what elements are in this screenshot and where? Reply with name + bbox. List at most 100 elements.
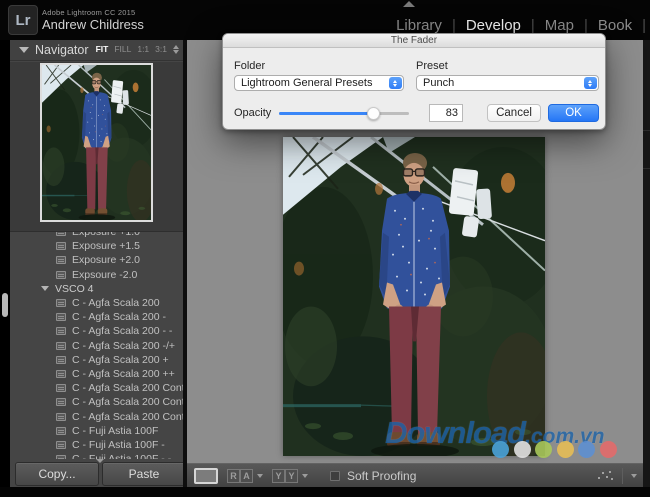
opacity-label: Opacity <box>234 107 272 119</box>
before-after-letter: Y <box>285 468 298 483</box>
navigator-header[interactable]: Navigator FIT FILL 1:1 3:1 <box>10 40 183 61</box>
folder-dropdown-value: Lightroom General Presets <box>241 77 373 89</box>
preset-icon <box>56 426 66 435</box>
module-tab-map[interactable]: Map <box>545 17 574 34</box>
preset-row[interactable]: C - Agfa Scala 200 - - <box>10 324 183 338</box>
navigator-zoom-3-1[interactable]: 3:1 <box>155 44 167 54</box>
preset-dropdown-value: Punch <box>423 77 455 89</box>
spray-dots-icon[interactable] <box>596 469 614 483</box>
toolbar-options-chevron-icon[interactable] <box>631 474 637 478</box>
preset-label: C - Fuji Astia 100F - - <box>72 453 171 459</box>
watermark-dot <box>492 441 509 458</box>
soft-proofing-label: Soft Proofing <box>347 468 417 483</box>
preset-row[interactable]: C - Agfa Scala 200 Contrast + <box>10 381 183 395</box>
preset-label: C - Fuji Astia 100F - <box>72 438 165 451</box>
menu-separator: | <box>530 17 535 34</box>
preset-label: C - Agfa Scala 200 ++ <box>72 367 175 380</box>
opacity-value-field[interactable]: 83 <box>429 104 463 122</box>
stepper-icon[interactable] <box>388 77 402 89</box>
stepper-icon[interactable] <box>583 77 597 89</box>
before-after-left-right-button[interactable]: R A <box>227 468 263 483</box>
preset-label: C - Agfa Scala 200 - <box>72 311 166 324</box>
preset-label: VSCO 4 <box>55 282 94 295</box>
navigator-preview-thumbnail[interactable] <box>40 63 153 222</box>
preset-row[interactable]: Expsoure -2.0 <box>10 268 183 282</box>
before-after-top-bottom-button[interactable]: Y Y <box>272 468 308 483</box>
right-panel-collapsed-rail[interactable] <box>643 40 650 488</box>
soft-proofing-checkbox[interactable] <box>330 470 340 481</box>
left-scroll-rail <box>0 40 10 488</box>
preset-icon <box>56 327 66 336</box>
preset-icon <box>56 455 66 459</box>
copy-button[interactable]: Copy... <box>15 462 99 486</box>
preset-label: C - Agfa Scala 200 + <box>72 353 169 366</box>
chevron-down-icon[interactable] <box>302 473 308 478</box>
loupe-view-icon[interactable] <box>194 467 218 484</box>
lightroom-window: Lr Adobe Lightroom CC 2015 Andrew Childr… <box>0 0 650 497</box>
preset-icon <box>56 299 66 308</box>
preset-row[interactable]: C - Agfa Scala 200 - <box>10 310 183 324</box>
preset-row[interactable]: C - Agfa Scala 200 ++ <box>10 367 183 381</box>
photo-man-in-garden <box>283 137 545 456</box>
preset-row[interactable]: C - Agfa Scala 200 Contrast... <box>10 409 183 423</box>
cancel-button[interactable]: Cancel <box>487 104 541 122</box>
preset-icon <box>56 341 66 350</box>
top-panel-collapse-arrow-icon[interactable] <box>403 1 415 7</box>
preset-row[interactable]: C - Agfa Scala 200 -/+ <box>10 339 183 353</box>
dialog-title-bar[interactable]: The Fader <box>223 34 605 48</box>
preset-label: C - Agfa Scala 200 Contrast... <box>72 396 183 409</box>
preset-label: C - Fuji Astia 100F <box>72 424 159 437</box>
preset-row[interactable]: Exposure +2.0 <box>10 253 183 267</box>
identity-plate-user-name: Andrew Childress <box>42 17 144 32</box>
navigator-zoom-stepper-icon[interactable] <box>173 44 179 54</box>
preset-folder-row[interactable]: VSCO 4 <box>10 282 183 296</box>
preset-label: C - Agfa Scala 200 Contrast + <box>72 382 183 395</box>
folder-dropdown[interactable]: Lightroom General Presets <box>234 75 404 91</box>
left-scrollbar-thumb[interactable] <box>2 293 8 317</box>
module-tab-book[interactable]: Book <box>598 17 632 34</box>
preset-row[interactable]: Exposure +1.5 <box>10 239 183 253</box>
preset-row[interactable]: C - Fuji Astia 100F - - <box>10 452 183 459</box>
navigator-zoom-fill[interactable]: FILL <box>114 44 131 54</box>
preset-row[interactable]: C - Fuji Astia 100F <box>10 424 183 438</box>
chevron-down-icon[interactable] <box>257 473 263 478</box>
preset-row[interactable]: C - Agfa Scala 200 + <box>10 353 183 367</box>
preset-label: Exposure +1.0 <box>72 232 141 239</box>
photo-man-in-garden <box>42 65 151 220</box>
opacity-slider-fill <box>279 112 372 115</box>
preset-row[interactable]: C - Agfa Scala 200 Contrast... <box>10 395 183 409</box>
watermark-dot <box>599 441 617 458</box>
preset-label: C - Agfa Scala 200 <box>72 297 160 310</box>
navigator-disclosure-triangle-icon[interactable] <box>19 47 29 53</box>
toolbar-separator <box>622 468 623 484</box>
left-panel: Navigator FIT FILL 1:1 3:1 Exposure +1.0… <box>10 40 186 488</box>
navigator-zoom-1-1[interactable]: 1:1 <box>137 44 149 54</box>
main-photo[interactable] <box>283 137 545 456</box>
paste-button[interactable]: Paste <box>102 462 186 486</box>
preset-icon <box>56 313 66 322</box>
opacity-slider[interactable] <box>279 106 409 120</box>
module-tab-library[interactable]: Library <box>396 17 442 34</box>
preset-row[interactable]: C - Agfa Scala 200 <box>10 296 183 310</box>
module-tab-develop[interactable]: Develop <box>466 17 521 34</box>
module-picker: Library | Develop | Map | Book | <box>396 17 646 34</box>
menu-separator: | <box>583 17 588 34</box>
app-product-name: Adobe Lightroom CC 2015 <box>42 8 136 17</box>
preset-dropdown[interactable]: Punch <box>416 75 599 91</box>
preset-row[interactable]: Exposure +1.0 <box>10 232 183 239</box>
preset-label: C - Agfa Scala 200 -/+ <box>72 339 176 352</box>
navigator-zoom-fit[interactable]: FIT <box>96 44 109 54</box>
preset-label: C - Agfa Scala 200 - - <box>72 325 173 338</box>
lightroom-logo: Lr <box>8 5 38 35</box>
develop-toolbar: R A Y Y Soft Proofing <box>187 463 643 487</box>
before-after-letter: A <box>240 468 253 483</box>
watermark-dot <box>578 441 595 458</box>
the-fader-dialog: The Fader Folder Preset Lightroom Genera… <box>222 33 606 130</box>
ok-button[interactable]: OK <box>548 104 599 122</box>
opacity-slider-knob[interactable] <box>367 106 381 120</box>
preset-icon <box>56 412 66 421</box>
preset-label: C - Agfa Scala 200 Contrast... <box>72 410 183 423</box>
folder-expanded-triangle-icon <box>41 286 49 292</box>
right-rail-line <box>643 130 650 131</box>
preset-row[interactable]: C - Fuji Astia 100F - <box>10 438 183 452</box>
